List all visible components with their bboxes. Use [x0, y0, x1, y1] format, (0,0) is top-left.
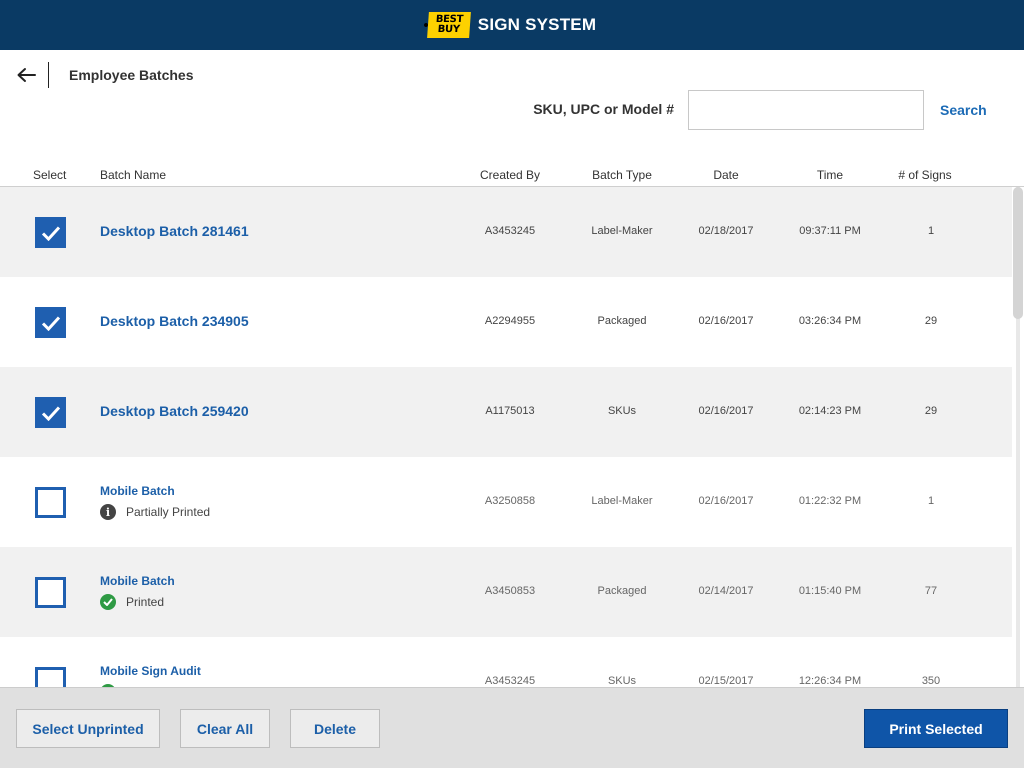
table-row[interactable]: Desktop Batch 234905 A2294955 Packaged 0… — [0, 277, 1012, 367]
batch-type-cell: SKUs — [607, 405, 637, 417]
batch-type-cell: Packaged — [597, 585, 647, 597]
table-row[interactable]: Desktop Batch 281461 A3453245 Label-Make… — [0, 187, 1012, 277]
column-header-created-by: Created By — [479, 168, 541, 182]
batch-status: Printed — [100, 594, 164, 610]
column-header-batch-type: Batch Type — [592, 168, 652, 182]
checkmark-icon — [41, 225, 60, 241]
date-cell: 02/16/2017 — [698, 315, 754, 327]
batch-status-text: Partially Printed — [126, 505, 211, 519]
batch-name-link[interactable]: Desktop Batch 281461 — [100, 223, 249, 239]
clear-all-button[interactable]: Clear All — [180, 709, 270, 748]
batch-name-link[interactable]: Mobile Batch — [100, 574, 175, 588]
created-by-cell: A3453245 — [484, 675, 536, 687]
created-by-cell: A2294955 — [484, 315, 536, 327]
batch-table: Desktop Batch 281461 A3453245 Label-Make… — [0, 187, 1012, 687]
date-cell: 02/16/2017 — [698, 495, 754, 507]
check-circle-icon — [100, 594, 116, 610]
date-cell: 02/14/2017 — [698, 585, 754, 597]
time-cell: 01:22:32 PM — [798, 495, 862, 507]
delete-button[interactable]: Delete — [290, 709, 380, 748]
app-title: SIGN SYSTEM — [477, 15, 597, 34]
row-checkbox[interactable] — [35, 217, 66, 248]
time-cell: 02:14:23 PM — [798, 405, 862, 417]
select-unprinted-button[interactable]: Select Unprinted — [16, 709, 160, 748]
row-checkbox[interactable] — [35, 577, 66, 608]
checkmark-icon — [41, 405, 60, 421]
time-cell: 03:26:34 PM — [798, 315, 862, 327]
info-icon: i — [100, 504, 116, 520]
date-cell: 02/15/2017 — [698, 675, 754, 687]
num-signs-cell: 1 — [927, 495, 935, 507]
table-row[interactable]: Mobile Batch i Partially Printed A325085… — [0, 457, 1012, 547]
time-cell: 09:37:11 PM — [799, 225, 861, 237]
arrow-left-icon — [17, 68, 36, 82]
row-checkbox[interactable] — [35, 307, 66, 338]
table-row[interactable]: Mobile Batch Printed A3450853 Packaged 0… — [0, 547, 1012, 637]
column-header-select: Select — [33, 168, 67, 182]
page-title: Employee Batches — [69, 67, 194, 83]
back-button[interactable] — [14, 64, 38, 86]
batch-status-text: Printed — [126, 595, 165, 609]
column-header-time: Time — [816, 168, 844, 182]
batch-name-link[interactable]: Mobile Batch — [100, 484, 175, 498]
num-signs-cell: 77 — [924, 585, 938, 597]
created-by-cell: A3450853 — [484, 585, 536, 597]
row-checkbox[interactable] — [35, 397, 66, 428]
batch-type-cell: Label-Maker — [591, 495, 653, 507]
batch-status: i Partially Printed — [100, 504, 210, 520]
row-checkbox[interactable] — [35, 487, 66, 518]
action-footer: Select Unprinted Clear All Delete Print … — [0, 687, 1024, 768]
header-divider — [48, 62, 49, 88]
batch-type-cell: SKUs — [607, 675, 637, 687]
scroll-thumb[interactable] — [1013, 187, 1023, 319]
num-signs-cell: 29 — [924, 405, 938, 417]
num-signs-cell: 350 — [921, 675, 941, 687]
search-label: SKU, UPC or Model # — [533, 101, 674, 117]
table-row[interactable]: Desktop Batch 259420 A1175013 SKUs 02/16… — [0, 367, 1012, 457]
column-header-batch-name: Batch Name — [100, 168, 167, 182]
time-cell: 12:26:34 PM — [798, 675, 862, 687]
print-selected-button[interactable]: Print Selected — [864, 709, 1008, 748]
batch-name-link[interactable]: Desktop Batch 234905 — [100, 313, 249, 329]
row-checkbox[interactable] — [35, 667, 66, 687]
column-header-date: Date — [713, 168, 739, 182]
checkmark-icon — [41, 315, 60, 331]
column-header-num-signs: # of Signs — [898, 168, 952, 182]
table-row[interactable]: Mobile Sign Audit A3453245 SKUs 02/15/20… — [0, 637, 1012, 687]
search-button[interactable]: Search — [940, 102, 987, 118]
batch-name-link[interactable]: Desktop Batch 259420 — [100, 403, 249, 419]
batch-type-cell: Packaged — [597, 315, 647, 327]
num-signs-cell: 29 — [924, 315, 938, 327]
table-scrollbar[interactable] — [1012, 187, 1024, 687]
created-by-cell: A1175013 — [485, 405, 535, 417]
batch-name-link[interactable]: Mobile Sign Audit — [100, 664, 201, 678]
num-signs-cell: 1 — [927, 225, 935, 237]
batch-type-cell: Label-Maker — [591, 225, 653, 237]
date-cell: 02/16/2017 — [698, 405, 754, 417]
search-input[interactable] — [688, 90, 924, 130]
logo-line2: BUY — [437, 24, 460, 35]
created-by-cell: A3453245 — [484, 225, 536, 237]
created-by-cell: A3250858 — [484, 495, 536, 507]
best-buy-logo: BEST BUY — [426, 12, 471, 38]
app-header: BEST BUY SIGN SYSTEM — [0, 0, 1024, 50]
date-cell: 02/18/2017 — [698, 225, 754, 237]
time-cell: 01:15:40 PM — [798, 585, 862, 597]
